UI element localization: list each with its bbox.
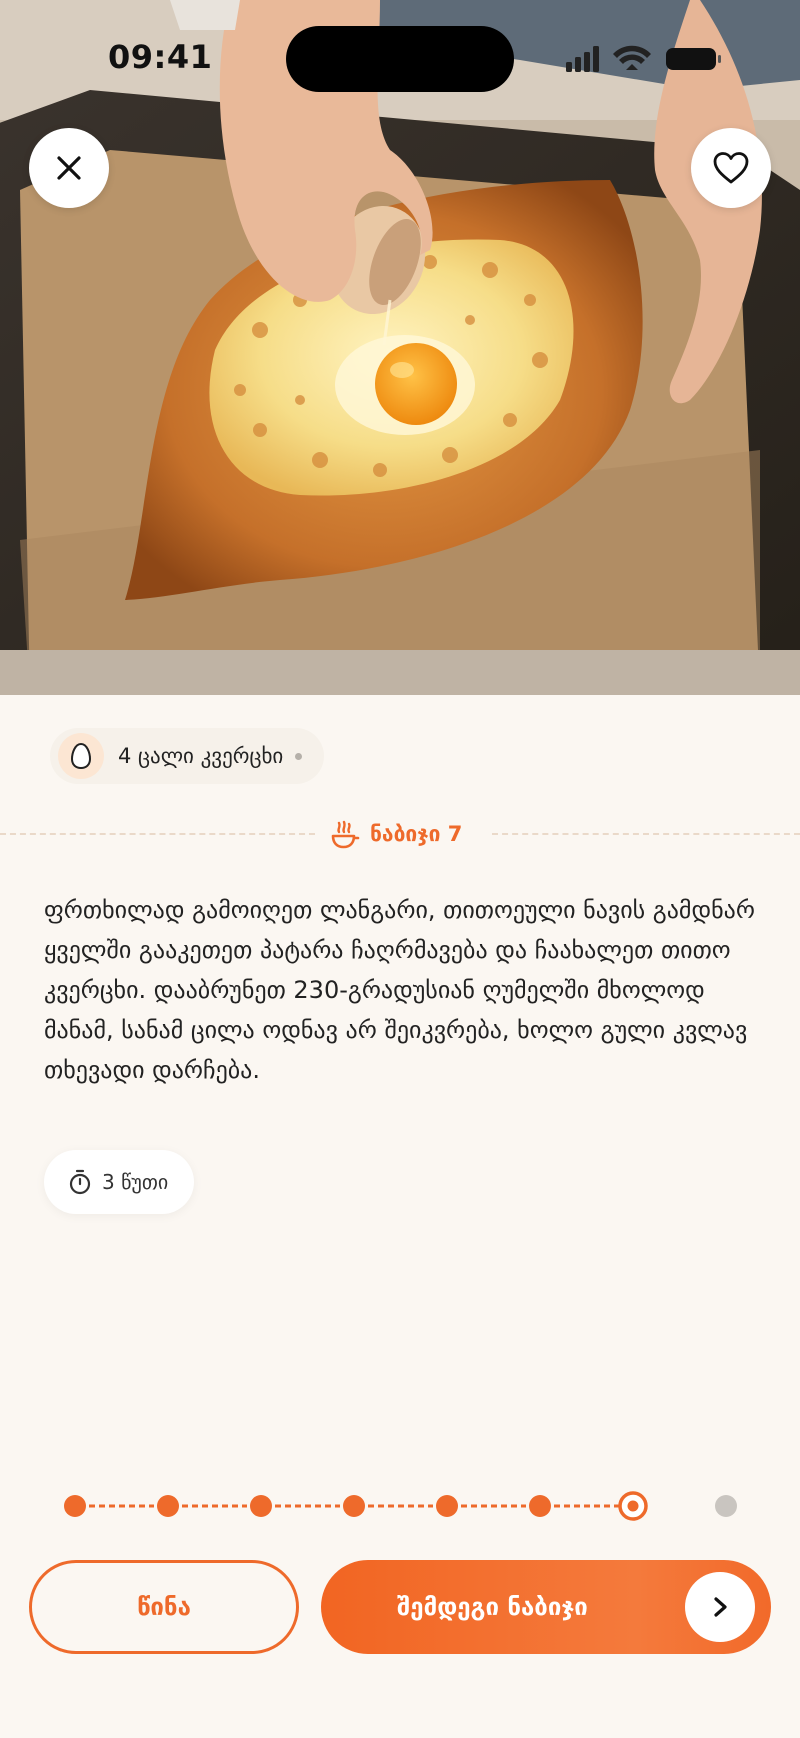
step-progress [64, 1491, 737, 1521]
divider-line-left [0, 833, 315, 835]
next-arrow-circle [685, 1572, 755, 1642]
progress-dot-done [436, 1495, 458, 1517]
egg-icon [70, 742, 92, 770]
steam-icon [331, 820, 360, 849]
chip-dot [295, 752, 303, 760]
previous-button[interactable]: წინა [29, 1560, 299, 1654]
progress-dot-done [250, 1495, 272, 1517]
divider-line-right [492, 833, 800, 835]
heart-icon [713, 152, 749, 184]
status-icons [566, 45, 721, 72]
favorite-button[interactable] [691, 128, 771, 208]
close-button[interactable] [29, 128, 109, 208]
timer-icon [69, 1169, 91, 1195]
previous-label: წინა [137, 1593, 191, 1621]
dynamic-island [286, 26, 514, 92]
progress-dot-upcoming [715, 1495, 737, 1517]
timer-label: 3 წუთი [102, 1170, 169, 1194]
progress-dot-done [64, 1495, 86, 1517]
step-indicator: ნაბიჯი 7 [330, 812, 462, 856]
timer-button[interactable]: 3 წუთი [44, 1150, 195, 1214]
egg-icon-wrap [58, 733, 104, 779]
status-time: 09:41 [108, 38, 213, 76]
ingredient-chip[interactable]: 4 ცალი კვერცხი [50, 728, 325, 784]
progress-dot-done [343, 1495, 365, 1517]
progress-dot-done [529, 1495, 551, 1517]
close-icon [57, 156, 81, 180]
status-bar: 09:41 [0, 0, 800, 110]
step-instructions: ფრთხილად გამოიღეთ ლანგარი, თითოეული ნავი… [44, 896, 755, 1084]
next-step-button[interactable]: შემდეგი ნაბიჯი [321, 1560, 771, 1654]
battery-icon [666, 48, 721, 70]
ingredient-label: 4 ცალი კვერცხი [118, 744, 284, 768]
chevron-right-icon [714, 1597, 727, 1617]
next-step-label: შემდეგი ნაბიჯი [397, 1593, 588, 1621]
signal-icon [566, 46, 599, 72]
step-label: ნაბიჯი 7 [370, 822, 463, 846]
step-divider: ნაბიჯი 7 [0, 812, 800, 856]
progress-dot-current-center [627, 1500, 639, 1512]
wifi-icon [613, 45, 651, 70]
progress-dot-done [157, 1495, 179, 1517]
